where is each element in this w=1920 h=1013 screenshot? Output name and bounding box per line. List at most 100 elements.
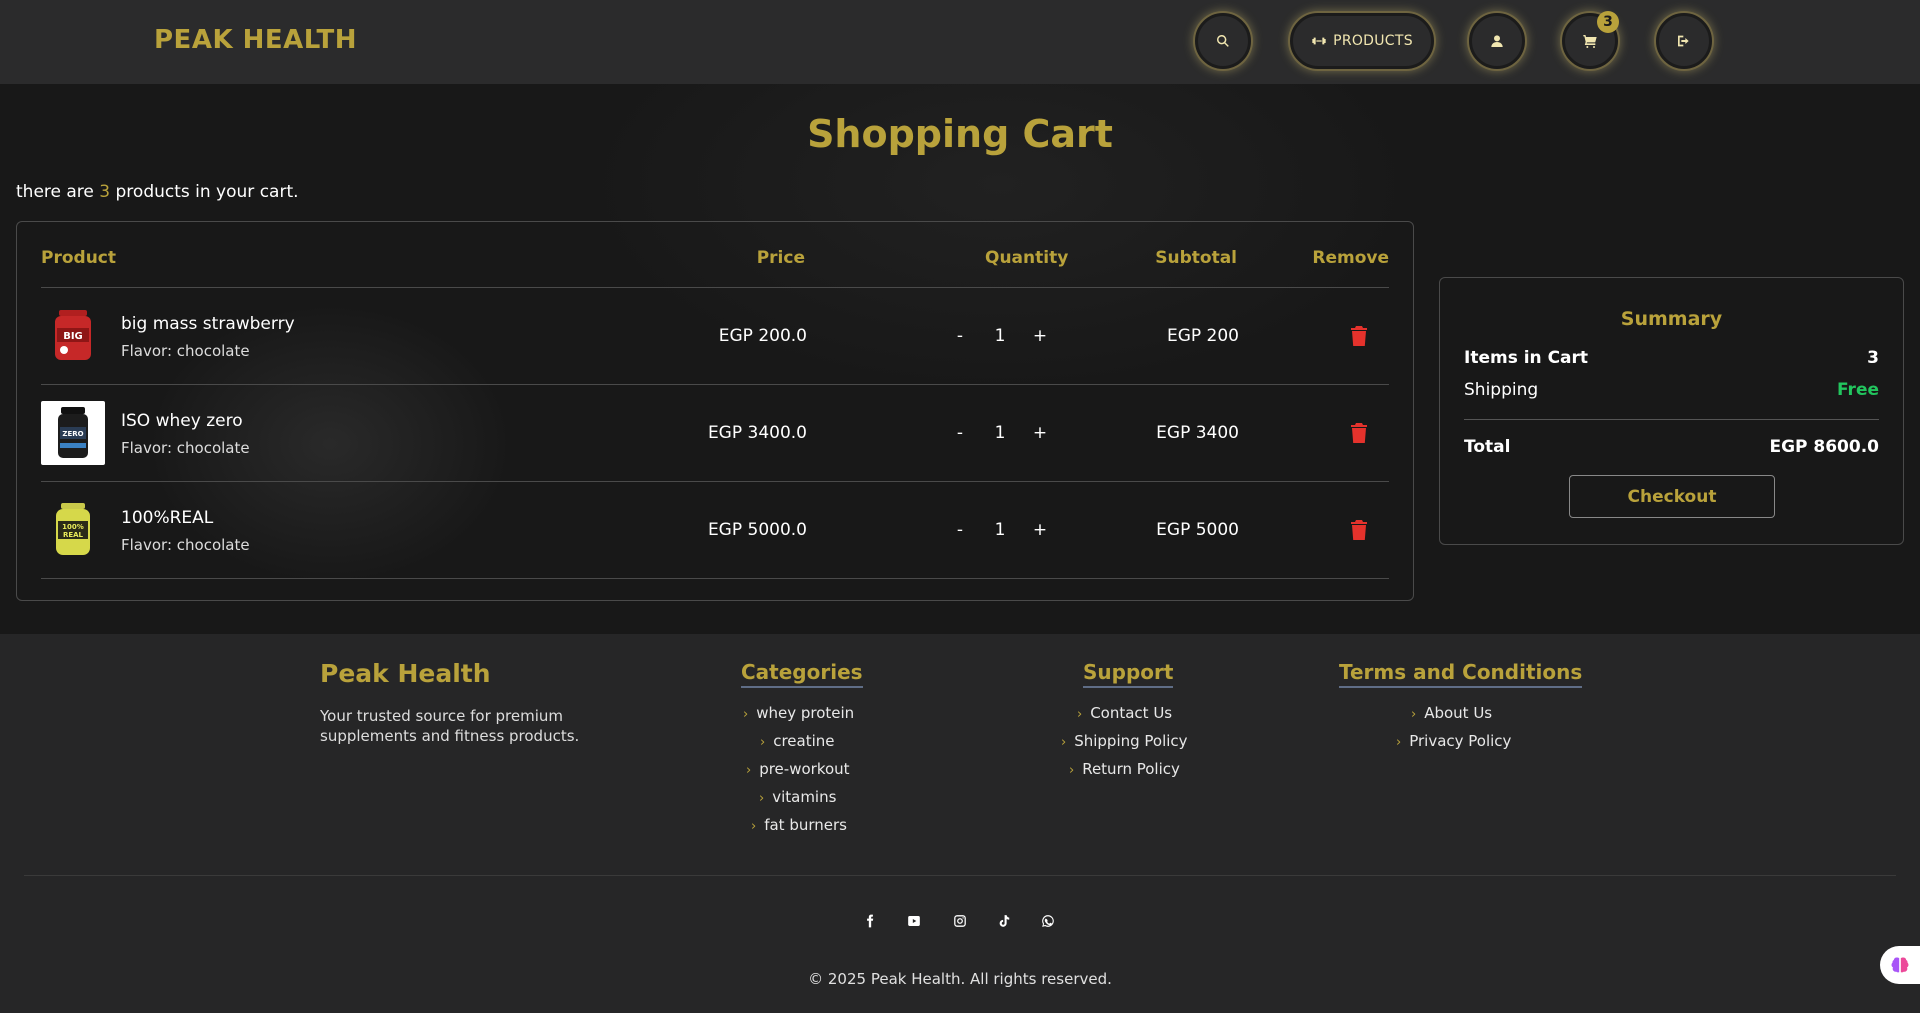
trash-icon xyxy=(1351,326,1367,346)
remove-item-button[interactable] xyxy=(1351,326,1367,346)
product-image[interactable]: 100% REAL xyxy=(41,498,105,562)
footer-link-creatine[interactable]: › creatine xyxy=(760,732,835,750)
row-divider xyxy=(41,578,1389,579)
summary-divider xyxy=(1464,419,1879,420)
footer-link-pre-workout[interactable]: › pre-workout xyxy=(746,760,850,778)
product-subtotal: EGP 200 xyxy=(1166,326,1239,346)
header-quantity: Quantity xyxy=(985,248,1069,268)
product-flavor: Flavor: chocolate xyxy=(121,342,250,360)
cart-table: Product Price Quantity Subtotal Remove B… xyxy=(16,221,1414,601)
products-button[interactable]: PRODUCTS xyxy=(1290,13,1434,69)
chevron-right-icon: › xyxy=(1077,707,1083,722)
chevron-right-icon: › xyxy=(746,763,752,778)
product-name[interactable]: big mass strawberry xyxy=(121,314,295,334)
product-price: EGP 5000.0 xyxy=(707,520,807,540)
order-summary: Summary Items in Cart 3 Shipping Free To… xyxy=(1439,277,1904,545)
footer-link-contact-us[interactable]: › Contact Us xyxy=(1077,704,1172,722)
quantity-decrease-button[interactable]: - xyxy=(952,520,968,540)
header-remove: Remove xyxy=(1312,248,1389,268)
shipping-label: Shipping xyxy=(1464,380,1539,400)
product-price: EGP 200.0 xyxy=(718,326,807,346)
product-image[interactable]: BIG xyxy=(41,304,105,368)
youtube-icon xyxy=(908,916,920,926)
footer-link-label: Contact Us xyxy=(1090,704,1173,722)
brand-logo[interactable]: PEAK HEALTH xyxy=(154,25,357,55)
cart-count-suffix: products in your cart. xyxy=(110,182,299,202)
chevron-right-icon: › xyxy=(743,707,749,722)
tiktok-link[interactable] xyxy=(995,912,1013,930)
footer-link-label: whey protein xyxy=(756,704,855,722)
footer-link-fat-burners[interactable]: › fat burners xyxy=(751,816,847,834)
cart-count-prefix: there are xyxy=(16,182,100,202)
chevron-right-icon: › xyxy=(1411,707,1417,722)
facebook-link[interactable] xyxy=(861,912,879,930)
footer-link-return-policy[interactable]: › Return Policy xyxy=(1069,760,1180,778)
footer-link-label: pre-workout xyxy=(759,760,850,778)
product-name[interactable]: ISO whey zero xyxy=(121,411,243,431)
trash-icon xyxy=(1351,423,1367,443)
logout-button[interactable] xyxy=(1656,13,1712,69)
chevron-right-icon: › xyxy=(760,735,766,750)
product-flavor: Flavor: chocolate xyxy=(121,536,250,554)
account-button[interactable] xyxy=(1469,13,1525,69)
search-icon xyxy=(1217,35,1229,47)
footer-link-label: About Us xyxy=(1424,704,1493,722)
cart-button[interactable]: 3 xyxy=(1562,11,1619,69)
user-icon xyxy=(1491,35,1503,47)
table-row: BIG big mass strawberry Flavor: chocolat… xyxy=(17,288,1415,384)
quantity-increase-button[interactable]: + xyxy=(1032,423,1048,443)
instagram-link[interactable] xyxy=(951,912,969,930)
checkout-button[interactable]: Checkout xyxy=(1569,475,1775,518)
chevron-right-icon: › xyxy=(759,791,765,806)
items-in-cart-value: 3 xyxy=(1867,348,1879,368)
footer-link-privacy-policy[interactable]: › Privacy Policy xyxy=(1396,732,1511,750)
copyright-text: © 2025 Peak Health. All rights reserved. xyxy=(808,970,1112,988)
product-flavor: Flavor: chocolate xyxy=(121,439,250,457)
header-subtotal: Subtotal xyxy=(1155,248,1237,268)
shipping-value: Free xyxy=(1837,380,1879,400)
cart-count-text: there are 3 products in your cart. xyxy=(16,182,299,202)
product-tub-image: BIG xyxy=(55,310,91,360)
footer-link-about-us[interactable]: › About Us xyxy=(1411,704,1492,722)
brain-icon xyxy=(1891,957,1909,973)
footer-link-label: Privacy Policy xyxy=(1409,732,1512,750)
footer-description: Your trusted source for premium suppleme… xyxy=(320,707,580,745)
footer-link-vitamins[interactable]: › vitamins xyxy=(759,788,836,806)
svg-text:REAL: REAL xyxy=(63,531,84,539)
quantity-decrease-button[interactable]: - xyxy=(952,423,968,443)
products-label: PRODUCTS xyxy=(1333,33,1413,49)
footer-link-whey-protein[interactable]: › whey protein xyxy=(743,704,854,722)
remove-item-button[interactable] xyxy=(1351,423,1367,443)
product-image[interactable]: ZERO xyxy=(41,401,105,465)
assistant-widget-button[interactable] xyxy=(1880,946,1920,984)
cart-count-value: 3 xyxy=(99,182,111,202)
whatsapp-link[interactable] xyxy=(1039,912,1057,930)
quantity-increase-button[interactable]: + xyxy=(1032,520,1048,540)
total-label: Total xyxy=(1464,437,1511,457)
quantity-decrease-button[interactable]: - xyxy=(952,326,968,346)
header-price: Price xyxy=(756,248,805,268)
categories-title: Categories xyxy=(741,660,863,688)
product-price: EGP 3400.0 xyxy=(707,423,807,443)
search-button[interactable] xyxy=(1195,13,1251,69)
product-subtotal: EGP 5000 xyxy=(1156,520,1239,540)
footer-link-shipping-policy[interactable]: › Shipping Policy xyxy=(1061,732,1188,750)
chevron-right-icon: › xyxy=(751,819,757,834)
total-value: EGP 8600.0 xyxy=(1769,437,1879,457)
quantity-value: 1 xyxy=(994,423,1006,443)
youtube-link[interactable] xyxy=(905,912,923,930)
tiktok-icon xyxy=(999,915,1010,927)
quantity-increase-button[interactable]: + xyxy=(1032,326,1048,346)
product-tub-image: 100% REAL xyxy=(56,503,90,555)
support-title: Support xyxy=(1083,660,1174,688)
table-row: ZERO ISO whey zero Flavor: chocolate EGP… xyxy=(17,385,1415,481)
footer-divider xyxy=(24,875,1896,876)
quantity-value: 1 xyxy=(994,326,1006,346)
remove-item-button[interactable] xyxy=(1351,520,1367,540)
svg-text:100%: 100% xyxy=(62,523,84,531)
instagram-icon xyxy=(954,915,966,927)
footer-link-label: Return Policy xyxy=(1082,760,1180,778)
summary-title: Summary xyxy=(1620,308,1723,330)
chevron-right-icon: › xyxy=(1396,735,1402,750)
product-name[interactable]: 100%REAL xyxy=(121,508,213,528)
